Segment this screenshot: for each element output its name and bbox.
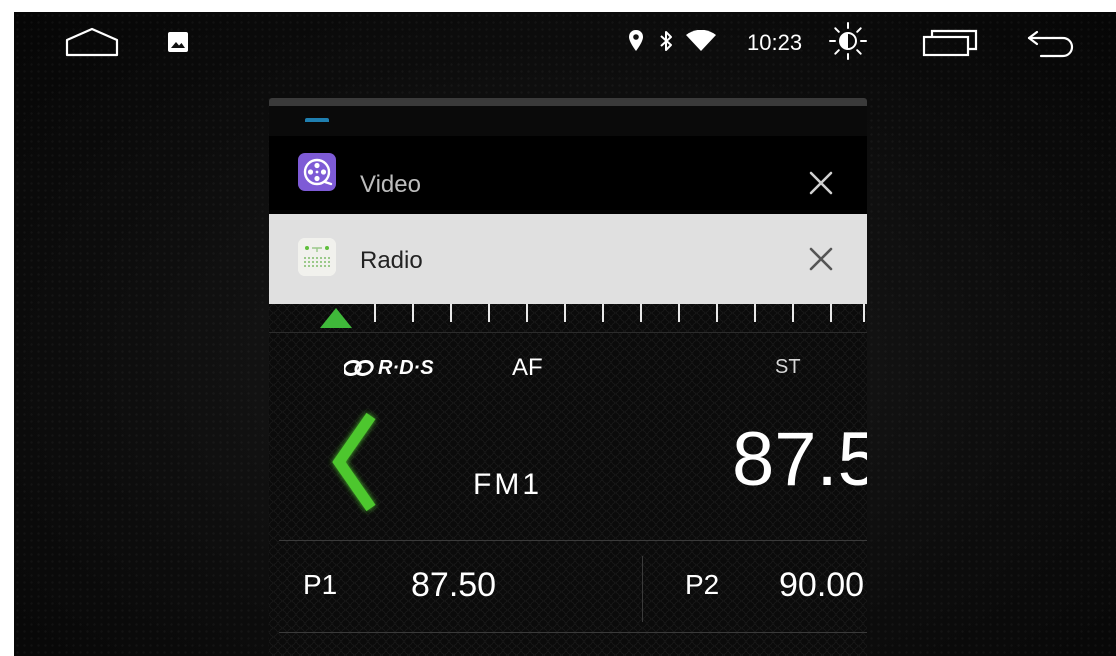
preset-frequency: 87.50	[411, 566, 497, 604]
preset-p2[interactable]: P2 90.00	[643, 541, 867, 633]
gallery-notification[interactable]	[166, 30, 190, 54]
bluetooth-icon	[660, 31, 672, 51]
stacked-card-peek[interactable]	[269, 106, 867, 136]
video-app-icon	[298, 153, 336, 191]
chevron-left-icon	[332, 412, 376, 512]
rds-text: R·D·S	[378, 357, 434, 379]
recent-apps-button[interactable]	[920, 26, 980, 58]
ruler-tick	[564, 304, 566, 322]
tuning-marker-icon[interactable]	[319, 307, 353, 329]
close-radio-button[interactable]	[806, 244, 836, 274]
close-icon	[809, 171, 833, 195]
radio-app-preview[interactable]: R·D·S AF ST FM1 87.5 P1 87.50 P2 90.00	[269, 304, 867, 656]
preset-p1[interactable]: P1 87.50	[279, 541, 642, 633]
ruler-tick	[640, 304, 642, 322]
preset-label: P2	[685, 569, 720, 600]
ruler-tick	[374, 304, 376, 322]
ruler-tick	[830, 304, 832, 322]
brightness-icon	[829, 22, 867, 60]
peek-app-icon	[305, 118, 329, 122]
home-icon	[65, 27, 119, 57]
band-label: FM1	[473, 468, 542, 501]
divider	[279, 632, 867, 633]
status-bar: 10:23	[14, 12, 1116, 76]
ruler-tick	[488, 304, 490, 322]
radio-card-title: Radio	[360, 247, 423, 274]
wifi-indicator	[684, 29, 718, 53]
ruler-tick	[792, 304, 794, 322]
radio-icon	[298, 238, 336, 276]
frequency-ruler[interactable]	[269, 304, 867, 333]
preset-label: P1	[303, 569, 338, 600]
ruler-tick	[526, 304, 528, 322]
location-indicator	[626, 28, 646, 54]
seek-back-button[interactable]	[327, 408, 385, 518]
preset-frequency: 90.00	[779, 566, 865, 604]
close-icon	[809, 247, 833, 271]
ruler-tick	[412, 304, 414, 322]
ruler-tick	[678, 304, 680, 322]
android-screen: 10:23 Video Radio R·D·S AF ST FM1 87.5 P…	[14, 12, 1116, 656]
back-button[interactable]	[1024, 26, 1078, 60]
current-frequency: 87.5	[732, 417, 867, 502]
ruler-tick	[754, 304, 756, 322]
clock: 10:23	[747, 30, 803, 55]
close-video-button[interactable]	[806, 168, 836, 198]
film-reel-icon	[303, 158, 333, 186]
af-indicator[interactable]: AF	[512, 354, 543, 382]
ruler-tick	[450, 304, 452, 322]
brightness-button[interactable]	[828, 21, 868, 61]
radio-card-header[interactable]: Radio	[269, 214, 867, 304]
recent-card-video[interactable]: Video	[269, 136, 867, 214]
ruler-tick	[863, 304, 865, 322]
ruler-tick	[716, 304, 718, 322]
recent-card-radio[interactable]: Radio R·D·S AF ST FM1 87.5 P1 87.50 P2 9…	[269, 214, 867, 656]
home-button[interactable]	[62, 24, 122, 60]
stereo-indicator: ST	[775, 356, 801, 378]
rds-rings-icon	[344, 360, 374, 376]
recent-apps-icon	[922, 29, 978, 57]
bluetooth-indicator	[656, 28, 676, 54]
video-card-title: Video	[360, 171, 421, 198]
location-pin-icon	[629, 30, 643, 51]
radio-app-icon	[298, 238, 336, 276]
image-icon	[168, 32, 188, 52]
wifi-icon	[686, 30, 716, 51]
ruler-tick	[602, 304, 604, 322]
back-arrow-icon	[1027, 30, 1074, 58]
